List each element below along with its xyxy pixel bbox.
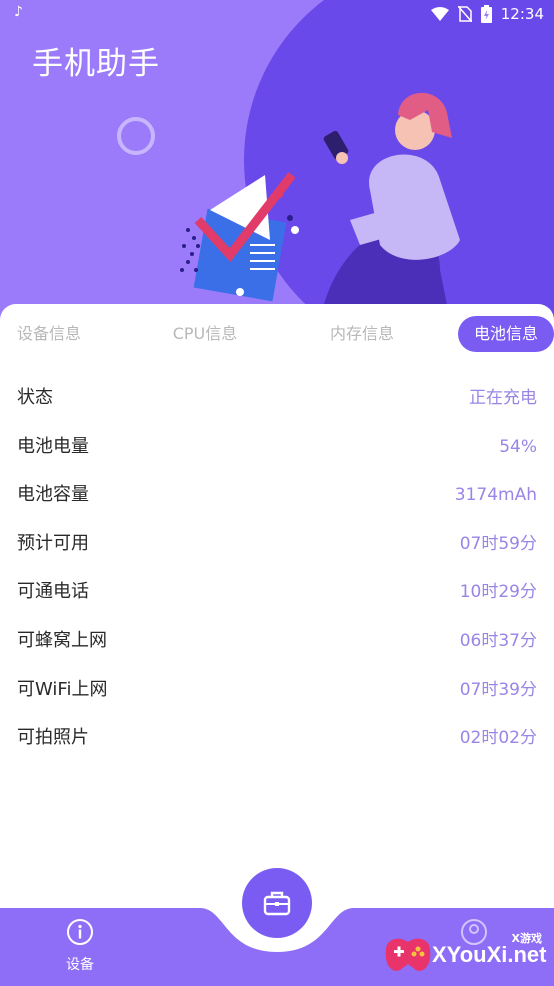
toolbox-button[interactable] xyxy=(242,868,312,938)
watermark: X游戏 XYouXi.net xyxy=(376,922,554,986)
list-item: 电池容量 3174mAh xyxy=(0,471,554,520)
row-value: 06时37分 xyxy=(459,630,537,651)
briefcase-icon xyxy=(263,891,291,916)
watermark-text: XYouXi.net xyxy=(432,942,547,967)
tab-cpu-info[interactable]: CPU信息 xyxy=(166,316,244,352)
status-bar: ♪ 12:34 xyxy=(0,0,554,30)
tab-device-info[interactable]: 设备信息 xyxy=(10,316,88,352)
tiktok-icon: ♪ xyxy=(14,4,23,20)
row-label: 可WiFi上网 xyxy=(17,678,108,700)
row-label: 状态 xyxy=(17,387,53,408)
row-value: 02时02分 xyxy=(459,728,537,749)
row-label: 电池容量 xyxy=(17,484,89,506)
list-item: 可拍照片 02时02分 xyxy=(0,714,554,763)
list-item: 可通电话 10时29分 xyxy=(0,568,554,617)
header-illustration xyxy=(180,92,460,320)
nav-device[interactable]: 设备 xyxy=(55,918,105,974)
tab-bar: 设备信息 CPU信息 内存信息 电池信息 xyxy=(0,316,554,352)
status-icons: 12:34 xyxy=(430,5,544,23)
row-value: 54% xyxy=(499,436,537,457)
battery-charging-icon xyxy=(480,5,492,23)
info-card: 设备信息 CPU信息 内存信息 电池信息 状态 正在充电 电池电量 54% 电池… xyxy=(0,304,554,908)
row-label: 可蜂窝上网 xyxy=(17,629,107,651)
info-icon xyxy=(67,919,93,945)
list-item: 预计可用 07时59分 xyxy=(0,520,554,569)
row-label: 可拍照片 xyxy=(17,727,89,749)
row-value: 10时29分 xyxy=(459,582,537,603)
tab-memory-info[interactable]: 内存信息 xyxy=(323,316,401,352)
nav-device-label: 设备 xyxy=(66,957,94,973)
row-label: 电池电量 xyxy=(17,435,89,457)
list-item: 状态 正在充电 xyxy=(0,374,554,423)
list-item: 电池电量 54% xyxy=(0,423,554,472)
header: ♪ 12:34 手机助手 xyxy=(0,0,554,320)
status-time: 12:34 xyxy=(500,5,544,23)
row-value: 正在充电 xyxy=(469,388,537,408)
row-value: 3174mAh xyxy=(454,485,537,506)
row-value: 07时39分 xyxy=(459,679,537,700)
list-item: 可WiFi上网 07时39分 xyxy=(0,666,554,715)
list-item: 可蜂窝上网 06时37分 xyxy=(0,617,554,666)
tab-battery-info[interactable]: 电池信息 xyxy=(458,316,554,352)
gamepad-logo-icon xyxy=(385,938,431,971)
row-value: 07时59分 xyxy=(459,533,537,554)
row-label: 可通电话 xyxy=(17,581,89,603)
row-label: 预计可用 xyxy=(17,532,89,554)
no-sim-icon xyxy=(457,6,472,22)
wifi-icon xyxy=(430,7,449,21)
decorative-ring xyxy=(117,117,155,155)
battery-info-list: 状态 正在充电 电池电量 54% 电池容量 3174mAh 预计可用 07时59… xyxy=(0,374,554,763)
app-title: 手机助手 xyxy=(32,46,160,82)
